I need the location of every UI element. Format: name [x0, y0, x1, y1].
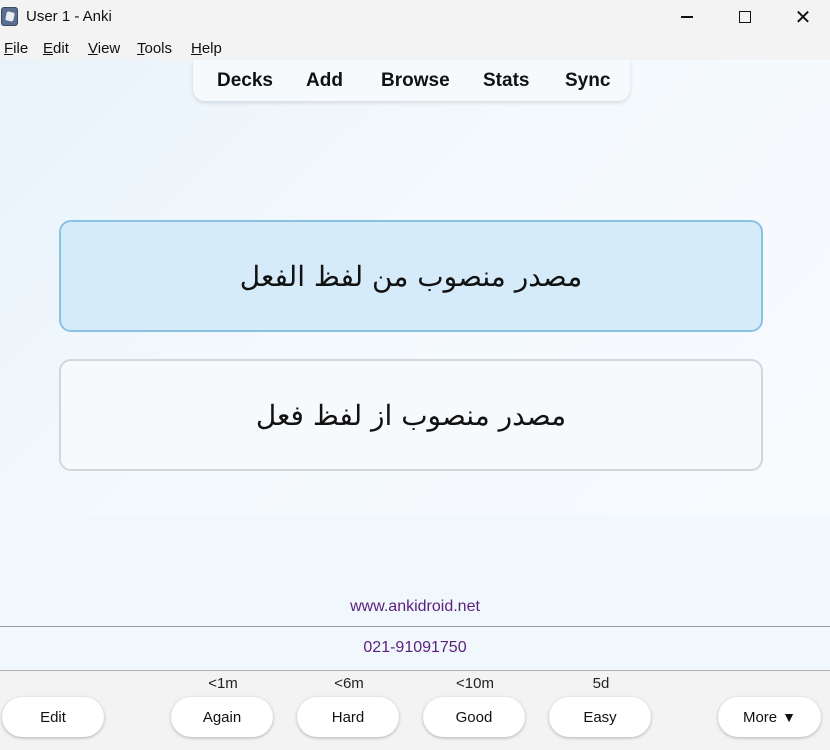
- menu-tools[interactable]: Tools: [137, 40, 172, 57]
- card-front-text: مصدر منصوب من لفظ الفعل: [239, 259, 583, 293]
- title-bar: User 1 - Anki ✕: [0, 0, 830, 34]
- toolbar-add[interactable]: Add: [306, 70, 343, 92]
- more-button[interactable]: More ▼: [718, 697, 821, 737]
- good-button[interactable]: Good: [423, 697, 525, 737]
- answer-bar: [0, 671, 830, 750]
- again-interval: <1m: [208, 675, 238, 692]
- top-toolbar: Decks Add Browse Stats Sync: [193, 60, 630, 101]
- toolbar-stats[interactable]: Stats: [483, 70, 529, 92]
- hard-interval: <6m: [334, 675, 364, 692]
- maximize-button[interactable]: [716, 0, 774, 34]
- close-icon: ✕: [794, 5, 812, 29]
- toolbar-decks[interactable]: Decks: [217, 70, 273, 92]
- minimize-button[interactable]: [658, 0, 716, 34]
- anki-app-icon[interactable]: [1, 7, 18, 26]
- menu-view[interactable]: View: [88, 40, 120, 57]
- menu-edit[interactable]: Edit: [43, 40, 69, 57]
- edit-button[interactable]: Edit: [2, 697, 104, 737]
- easy-interval: 5d: [592, 675, 610, 692]
- easy-button[interactable]: Easy: [549, 697, 651, 737]
- menu-file[interactable]: File: [4, 40, 28, 57]
- menu-help[interactable]: Help: [191, 40, 222, 57]
- toolbar-sync[interactable]: Sync: [565, 70, 610, 92]
- card-front: مصدر منصوب من لفظ الفعل: [59, 220, 763, 332]
- again-button[interactable]: Again: [171, 697, 273, 737]
- card-back: مصدر منصوب از لفظ فعل: [59, 359, 763, 471]
- close-button[interactable]: ✕: [774, 0, 830, 34]
- menu-bar: File Edit View Tools Help: [0, 36, 830, 60]
- minimize-icon: [681, 16, 693, 18]
- dropdown-arrow-icon: ▼: [782, 709, 797, 725]
- maximize-icon: [739, 11, 751, 23]
- toolbar-browse[interactable]: Browse: [381, 70, 450, 92]
- website-link[interactable]: www.ankidroid.net: [0, 598, 830, 616]
- phone-number: 021-91091750: [363, 639, 467, 656]
- more-label: More: [742, 708, 778, 726]
- card-back-text: مصدر منصوب از لفظ فعل: [255, 398, 567, 432]
- window-title: User 1 - Anki: [26, 8, 112, 25]
- hard-button[interactable]: Hard: [297, 697, 399, 737]
- review-area: Decks Add Browse Stats Sync مصدر منصوب م…: [0, 60, 830, 515]
- good-interval: <10m: [456, 675, 494, 692]
